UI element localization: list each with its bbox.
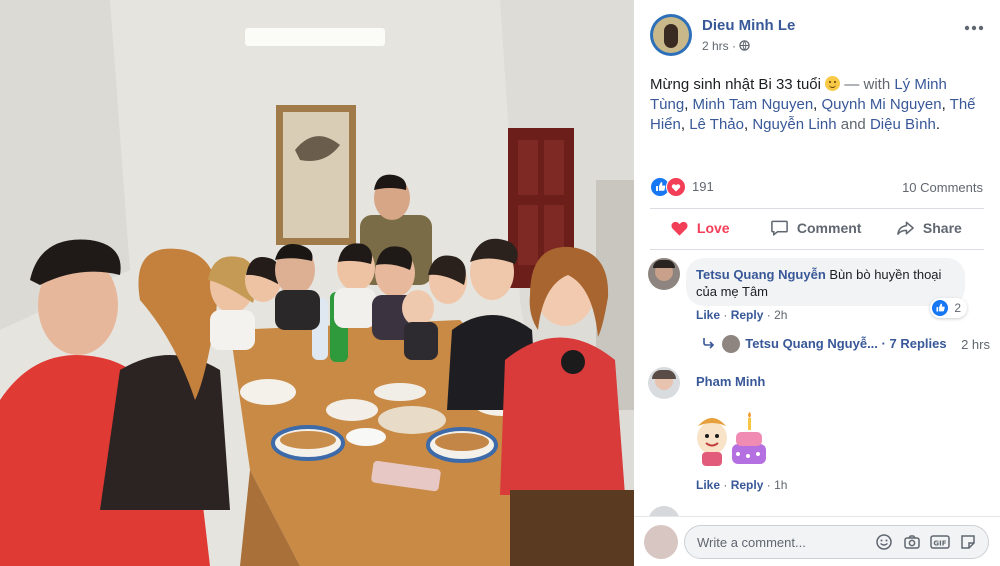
comment-time[interactable]: 1h xyxy=(774,478,787,492)
tag-link[interactable]: Nguyễn Linh xyxy=(752,116,836,133)
like-reaction-icon xyxy=(932,300,948,316)
svg-text:GIF: GIF xyxy=(933,540,946,548)
comment-composer: Write a comment... GIF xyxy=(634,516,1000,566)
love-label: Love xyxy=(696,220,730,236)
reply-author: Tetsu Quang Nguyễ... xyxy=(745,336,878,351)
comment-bubble: Tetsu Quang Nguyễn Bùn bò huyền thoại củ… xyxy=(686,258,965,306)
comment-icon xyxy=(771,220,788,237)
photo-illustration xyxy=(0,0,634,566)
composer-avatar xyxy=(644,525,678,559)
view-replies[interactable]: Tetsu Quang Nguyễ... · 7 Replies xyxy=(702,335,947,355)
post-time[interactable]: 2 hrs xyxy=(702,39,729,53)
comment-author[interactable]: Pham Minh xyxy=(696,374,765,389)
love-reaction-icon xyxy=(666,177,686,197)
comments-count[interactable]: 10 Comments xyxy=(902,180,983,195)
sticker-icon[interactable] xyxy=(959,533,977,551)
comment-button[interactable]: Comment xyxy=(770,219,861,241)
comment-input[interactable]: Write a comment... GIF xyxy=(684,525,989,559)
caption-text: Mừng sinh nhật Bi 33 tuổi xyxy=(650,76,821,93)
comment-author[interactable]: Tetsu Quang Nguyễn xyxy=(696,267,826,282)
reaction-count[interactable]: 191 xyxy=(692,179,714,194)
cake-icon xyxy=(697,412,766,466)
comment-actions: Like · Reply · 2h xyxy=(696,308,788,322)
tag-link[interactable]: Quynh Mi Nguyen xyxy=(822,96,942,113)
author-name[interactable]: Dieu Minh Le xyxy=(702,17,795,34)
camera-icon[interactable] xyxy=(903,533,921,551)
comment-reaction-count: 2 xyxy=(954,301,962,315)
comment-time[interactable]: 2h xyxy=(774,308,787,322)
comment-input-placeholder: Write a comment... xyxy=(697,535,806,550)
share-button[interactable]: Share xyxy=(896,219,962,241)
comment-label: Comment xyxy=(796,220,862,236)
divider xyxy=(650,249,984,250)
more-options-icon[interactable] xyxy=(962,18,986,32)
reply-avatar xyxy=(721,335,740,353)
birthday-sticker[interactable] xyxy=(690,408,770,470)
emoji-icon[interactable] xyxy=(875,533,893,551)
love-button[interactable]: Love xyxy=(670,219,730,241)
reply-arrow-icon xyxy=(703,338,715,349)
post-caption: Mừng sinh nhật Bi 33 tuổi — with Lý Minh… xyxy=(650,76,976,133)
smile-emoji-icon xyxy=(825,76,841,91)
post-meta: 2 hrs · xyxy=(702,39,751,53)
tag-link[interactable]: Diệu Bình xyxy=(870,116,936,133)
commenter-avatar[interactable] xyxy=(648,258,680,290)
divider xyxy=(650,208,984,209)
comment-reactions-badge[interactable]: 2 xyxy=(930,298,968,318)
comment-text: Bùn bò huyền thoại xyxy=(829,267,942,282)
tag-link[interactable]: Minh Tam Nguyen xyxy=(693,96,814,113)
post-photo[interactable] xyxy=(0,0,634,566)
gif-icon[interactable]: GIF xyxy=(930,533,950,551)
globe-icon xyxy=(739,40,751,51)
comment-like-link[interactable]: Like xyxy=(696,308,720,322)
post-panel: Dieu Minh Le 2 hrs · Mừng sinh nhật Bi 3… xyxy=(634,0,1000,566)
comment-reply-link[interactable]: Reply xyxy=(731,478,764,492)
comment-reply-link[interactable]: Reply xyxy=(731,308,764,322)
comment-text-line2: của mẹ Tâm xyxy=(696,284,769,299)
share-label: Share xyxy=(922,220,962,236)
author-avatar[interactable] xyxy=(650,14,692,56)
share-icon xyxy=(897,221,914,235)
comment-actions: Like · Reply · 1h xyxy=(696,478,788,492)
commenter-avatar[interactable] xyxy=(648,367,680,399)
with-text: — with xyxy=(844,76,891,93)
heart-icon xyxy=(671,221,688,236)
comment-like-link[interactable]: Like xyxy=(696,478,720,492)
and-text: and xyxy=(840,116,866,133)
replies-time: 2 hrs xyxy=(961,337,990,352)
dot-separator: · xyxy=(732,39,737,53)
replies-count: · 7 Replies xyxy=(881,336,947,351)
tag-link[interactable]: Lê Thảo xyxy=(689,116,744,133)
